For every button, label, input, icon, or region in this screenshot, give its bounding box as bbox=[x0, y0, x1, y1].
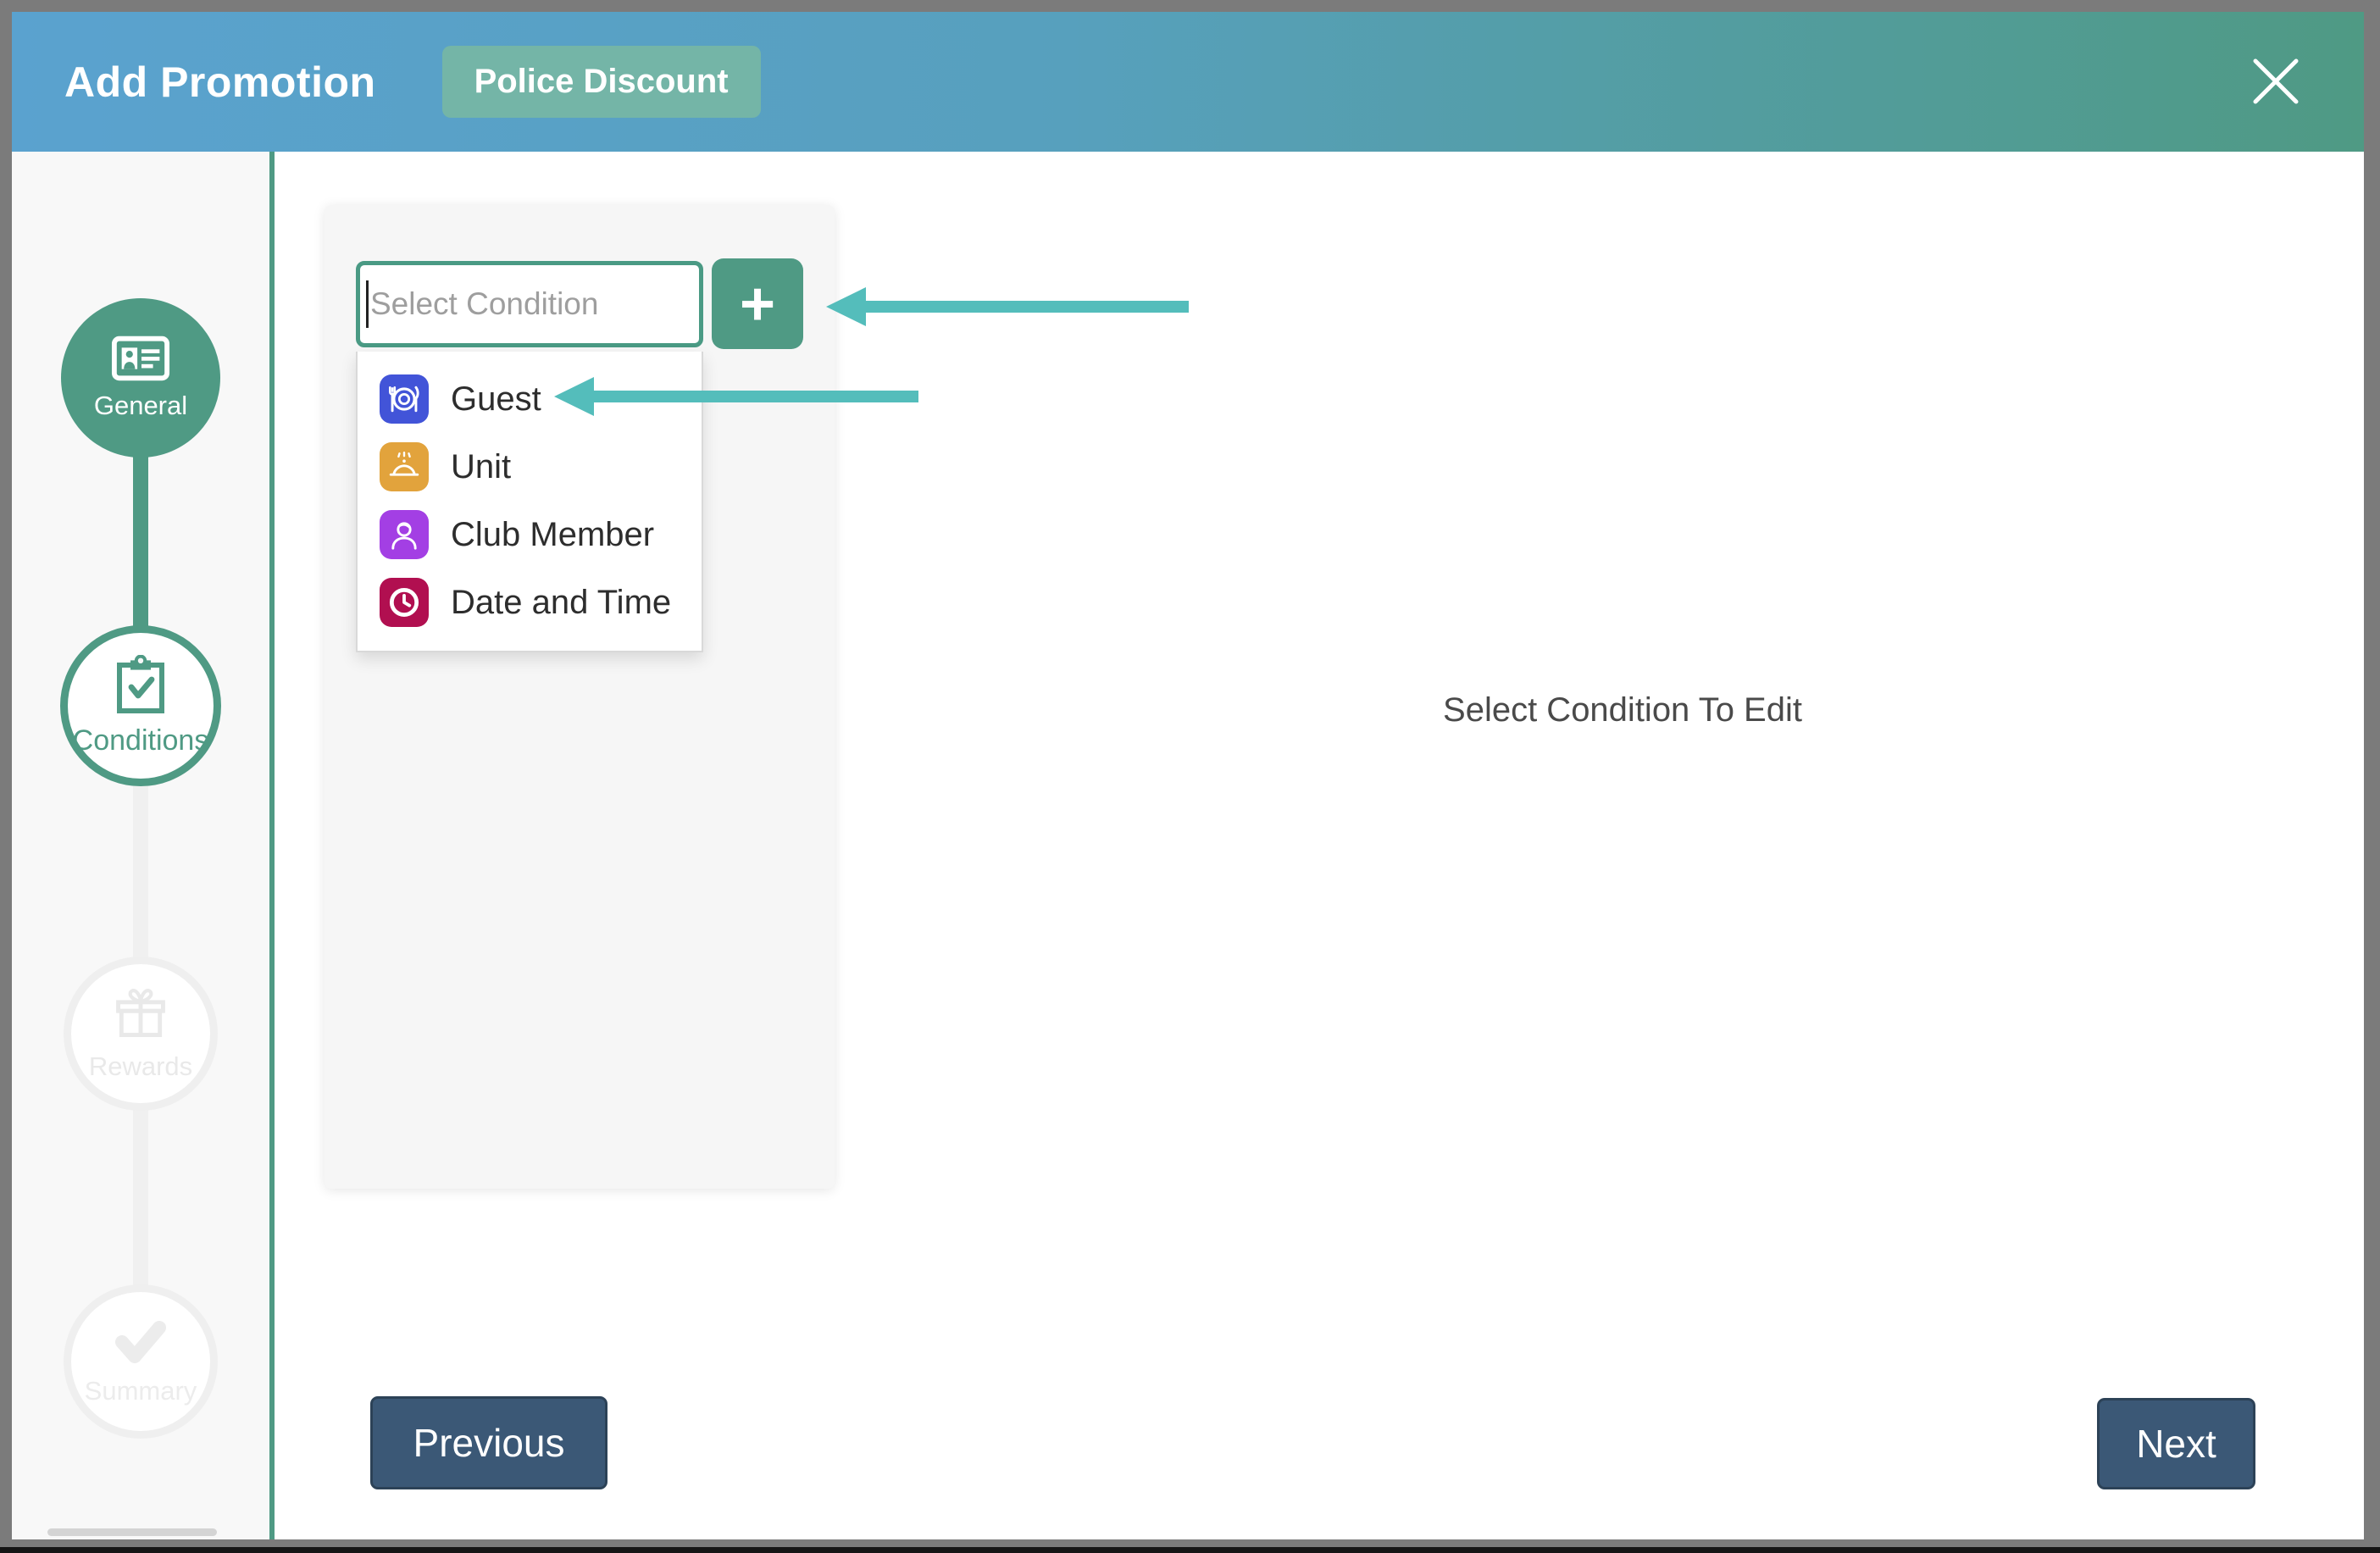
conditions-step-content: + Guest bbox=[275, 152, 2364, 1539]
dropdown-option-label: Club Member bbox=[451, 516, 654, 554]
cloche-icon bbox=[380, 442, 429, 491]
empty-state-message: Select Condition To Edit bbox=[1267, 691, 1978, 729]
clock-icon bbox=[380, 578, 429, 627]
select-condition-input[interactable] bbox=[356, 261, 703, 347]
gift-icon bbox=[112, 985, 169, 1043]
stepper-step-summary[interactable]: Summary bbox=[64, 1284, 218, 1439]
stepper-step-rewards[interactable]: Rewards bbox=[64, 957, 218, 1111]
dropdown-option-label: Guest bbox=[451, 380, 541, 419]
modal-body: General Conditions bbox=[12, 152, 2364, 1539]
close-icon bbox=[2250, 55, 2302, 108]
condition-dropdown: Guest Unit bbox=[356, 352, 703, 652]
clipboard-check-icon bbox=[114, 655, 168, 716]
sidebar-scrollbar[interactable] bbox=[47, 1528, 217, 1536]
stepper-step-label: Summary bbox=[85, 1376, 197, 1406]
annotation-arrow-to-add-button bbox=[826, 287, 1189, 326]
modal-header: Add Promotion Police Discount bbox=[12, 12, 2364, 152]
promotion-name-badge: Police Discount bbox=[442, 46, 761, 118]
plus-icon: + bbox=[740, 262, 775, 347]
page-title: Add Promotion bbox=[64, 58, 376, 107]
dining-icon bbox=[380, 374, 429, 424]
dropdown-option-label: Date and Time bbox=[451, 584, 671, 622]
previous-button[interactable]: Previous bbox=[370, 1396, 607, 1489]
wizard-stepper-sidebar: General Conditions bbox=[12, 152, 275, 1539]
stepper-step-label: Conditions bbox=[73, 724, 209, 757]
next-button[interactable]: Next bbox=[2097, 1398, 2255, 1489]
close-button[interactable] bbox=[2247, 53, 2305, 110]
stepper-connector bbox=[133, 785, 148, 959]
stepper-step-general[interactable]: General bbox=[61, 298, 220, 458]
dropdown-option-unit[interactable]: Unit bbox=[358, 433, 702, 501]
screen-bottom-edge bbox=[0, 1547, 2380, 1553]
arrow-shaft bbox=[863, 301, 1189, 313]
id-card-icon bbox=[111, 335, 170, 382]
dropdown-option-label: Unit bbox=[451, 448, 511, 486]
add-promotion-modal: Add Promotion Police Discount bbox=[12, 12, 2364, 1539]
check-icon bbox=[110, 1317, 171, 1367]
stepper-step-label: General bbox=[94, 391, 187, 421]
person-icon bbox=[380, 510, 429, 559]
add-condition-button[interactable]: + bbox=[712, 258, 803, 349]
dropdown-option-club-member[interactable]: Club Member bbox=[358, 501, 702, 569]
dropdown-option-date-and-time[interactable]: Date and Time bbox=[358, 569, 702, 636]
dropdown-option-guest[interactable]: Guest bbox=[358, 365, 702, 433]
stepper-connector bbox=[133, 452, 148, 632]
stepper-connector bbox=[133, 1109, 148, 1287]
stepper-step-conditions[interactable]: Conditions bbox=[60, 625, 221, 786]
text-caret bbox=[366, 280, 369, 328]
stepper-step-label: Rewards bbox=[89, 1051, 192, 1082]
